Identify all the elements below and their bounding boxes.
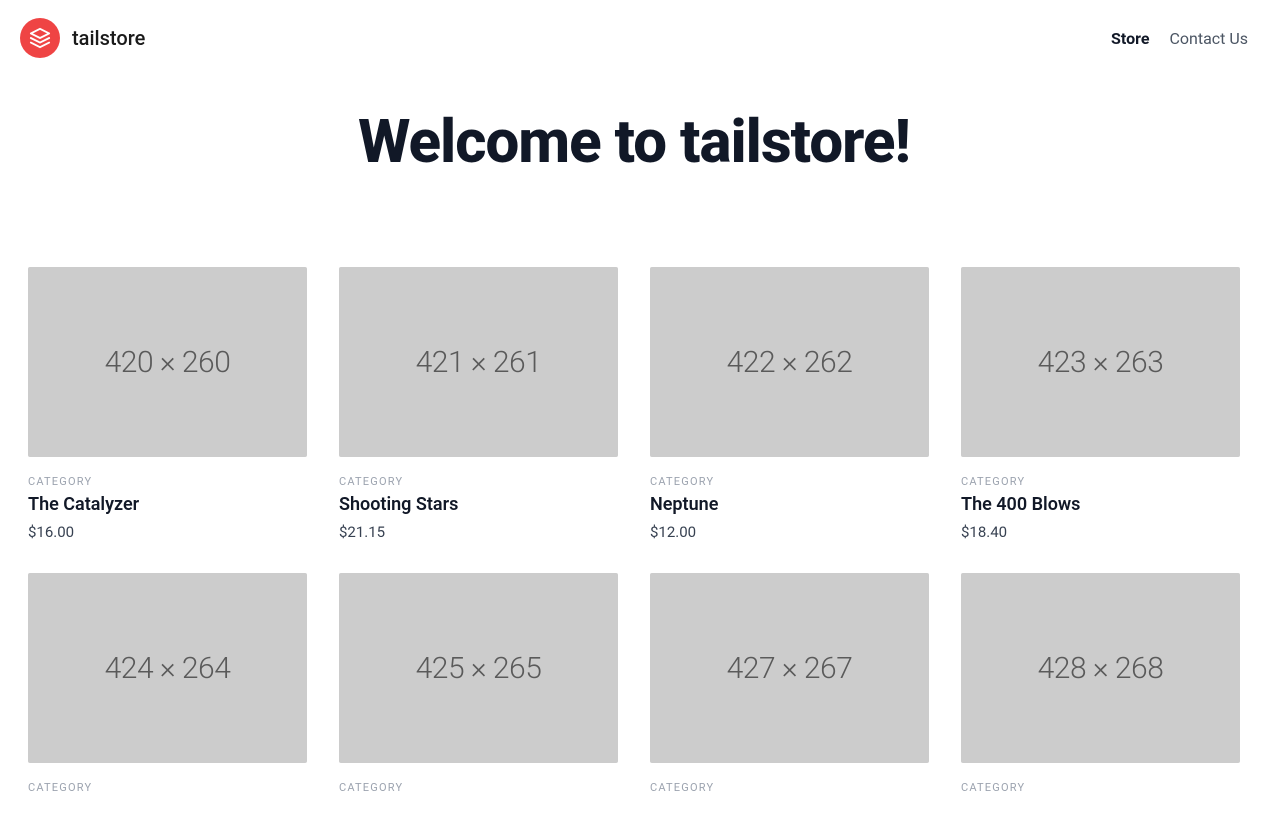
product-image-placeholder: 425 × 265 xyxy=(339,573,618,763)
hero-section: Welcome to tailstore! xyxy=(0,76,1268,267)
product-name: The Catalyzer xyxy=(28,494,307,515)
product-category: CATEGORY xyxy=(339,781,618,794)
product-category: CATEGORY xyxy=(961,781,1240,794)
placeholder-dimensions: 424 × 264 xyxy=(105,651,231,686)
product-image-placeholder: 428 × 268 xyxy=(961,573,1240,763)
product-image-placeholder: 423 × 263 xyxy=(961,267,1240,457)
placeholder-dimensions: 423 × 263 xyxy=(1038,345,1164,380)
product-image-placeholder: 422 × 262 xyxy=(650,267,929,457)
product-image-placeholder: 421 × 261 xyxy=(339,267,618,457)
placeholder-dimensions: 421 × 261 xyxy=(416,345,542,380)
product-image-placeholder: 424 × 264 xyxy=(28,573,307,763)
placeholder-dimensions: 427 × 267 xyxy=(727,651,853,686)
product-card[interactable]: 424 × 264 CATEGORY xyxy=(12,573,323,834)
product-price: $18.40 xyxy=(961,523,1240,541)
product-category: CATEGORY xyxy=(339,475,618,488)
product-category: CATEGORY xyxy=(28,475,307,488)
page-title: Welcome to tailstore! xyxy=(20,106,1248,177)
product-card[interactable]: 423 × 263 CATEGORY The 400 Blows $18.40 xyxy=(945,267,1256,573)
product-price: $21.15 xyxy=(339,523,618,541)
product-card[interactable]: 427 × 267 CATEGORY xyxy=(634,573,945,834)
brand-name: tailstore xyxy=(72,26,145,50)
product-grid: 420 × 260 CATEGORY The Catalyzer $16.00 … xyxy=(12,267,1256,834)
product-card[interactable]: 428 × 268 CATEGORY xyxy=(945,573,1256,834)
product-name: The 400 Blows xyxy=(961,494,1240,515)
product-category: CATEGORY xyxy=(28,781,307,794)
placeholder-dimensions: 425 × 265 xyxy=(416,651,542,686)
placeholder-dimensions: 428 × 268 xyxy=(1038,651,1164,686)
product-image-placeholder: 420 × 260 xyxy=(28,267,307,457)
product-card[interactable]: 425 × 265 CATEGORY xyxy=(323,573,634,834)
nav-contact[interactable]: Contact Us xyxy=(1169,29,1248,48)
product-category: CATEGORY xyxy=(961,475,1240,488)
product-category: CATEGORY xyxy=(650,475,929,488)
product-name: Neptune xyxy=(650,494,929,515)
product-card[interactable]: 421 × 261 CATEGORY Shooting Stars $21.15 xyxy=(323,267,634,573)
site-header: tailstore Store Contact Us xyxy=(0,0,1268,76)
brand-link[interactable]: tailstore xyxy=(20,18,145,58)
placeholder-dimensions: 422 × 262 xyxy=(727,345,853,380)
product-card[interactable]: 422 × 262 CATEGORY Neptune $12.00 xyxy=(634,267,945,573)
product-price: $16.00 xyxy=(28,523,307,541)
layers-icon xyxy=(20,18,60,58)
nav-store[interactable]: Store xyxy=(1111,29,1149,48)
main-nav: Store Contact Us xyxy=(1111,29,1248,48)
product-price: $12.00 xyxy=(650,523,929,541)
placeholder-dimensions: 420 × 260 xyxy=(105,345,231,380)
product-image-placeholder: 427 × 267 xyxy=(650,573,929,763)
products-section: 420 × 260 CATEGORY The Catalyzer $16.00 … xyxy=(0,267,1268,834)
product-name: Shooting Stars xyxy=(339,494,618,515)
product-card[interactable]: 420 × 260 CATEGORY The Catalyzer $16.00 xyxy=(12,267,323,573)
product-category: CATEGORY xyxy=(650,781,929,794)
